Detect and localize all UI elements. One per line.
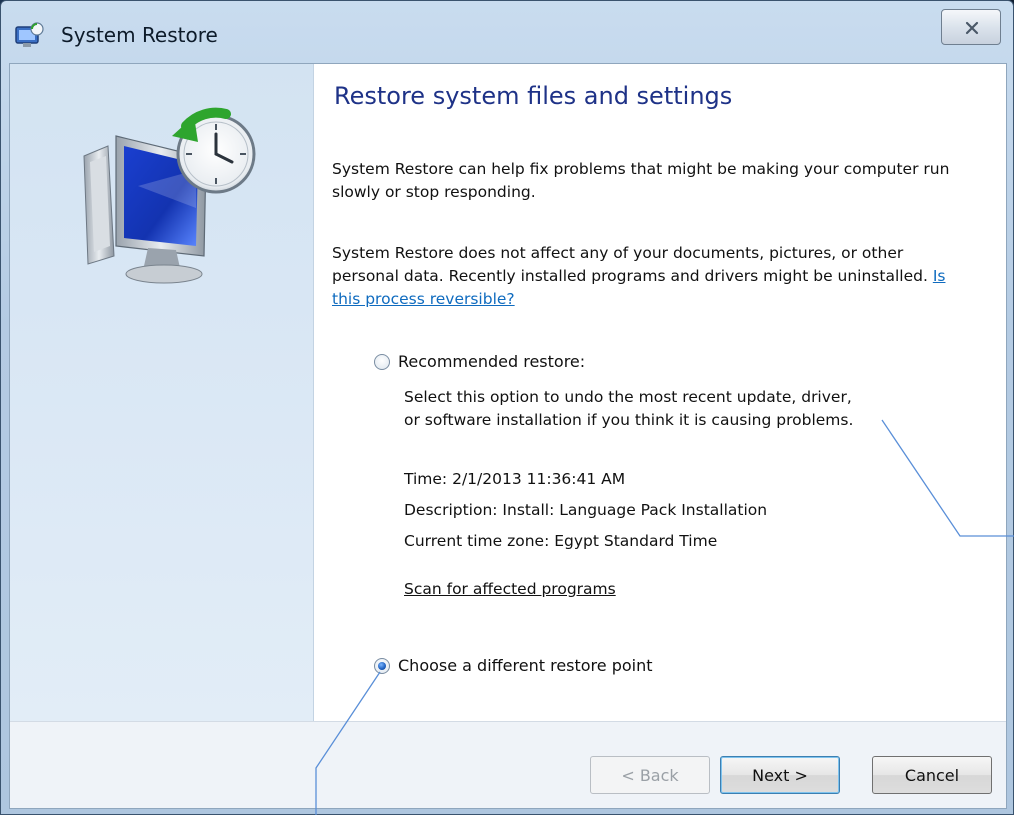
recommended-restore-option[interactable]: Recommended restore: [374,352,585,371]
restore-point-timezone: Current time zone: Egypt Standard Time [404,532,718,550]
different-restore-point-radio[interactable] [374,657,390,674]
page-title: Restore system files and settings [334,82,733,110]
recommended-restore-label: Recommended restore: [398,352,586,371]
recommended-restore-radio[interactable] [374,353,390,370]
intro-text: System Restore can help fix problems tha… [332,160,950,201]
left-banner-panel [10,64,314,721]
title-bar: System Restore [1,1,1013,63]
window-title: System Restore [61,23,218,47]
cancel-button[interactable]: Cancel [872,756,992,794]
system-restore-icon [13,21,45,51]
recommended-description-line1: Select this option to undo the most rece… [404,388,852,406]
window-client-area: Restore system files and settings System… [9,63,1007,809]
restore-point-description: Description: Install: Language Pack Inst… [404,501,768,519]
recommended-description-line2: or software installation if you think it… [404,411,854,429]
close-button[interactable] [941,9,1001,45]
info-text-body: System Restore does not affect any of yo… [332,244,933,285]
next-button[interactable]: Next > [720,756,840,794]
different-restore-point-label: Choose a different restore point [398,656,653,675]
scan-affected-programs-link[interactable]: Scan for affected programs [404,580,616,598]
back-button[interactable]: < Back [590,756,710,794]
restore-point-time: Time: 2/1/2013 11:36:41 AM [404,470,626,488]
close-icon [965,21,979,35]
main-content: Restore system files and settings System… [314,64,1006,721]
different-restore-point-option[interactable]: Choose a different restore point [374,656,653,675]
info-text: System Restore does not affect any of yo… [332,242,952,311]
system-restore-illustration-icon [83,107,256,284]
system-restore-window: System Restore Restore system files and … [0,0,1014,815]
button-bar: < Back Next > Cancel [10,721,1006,808]
